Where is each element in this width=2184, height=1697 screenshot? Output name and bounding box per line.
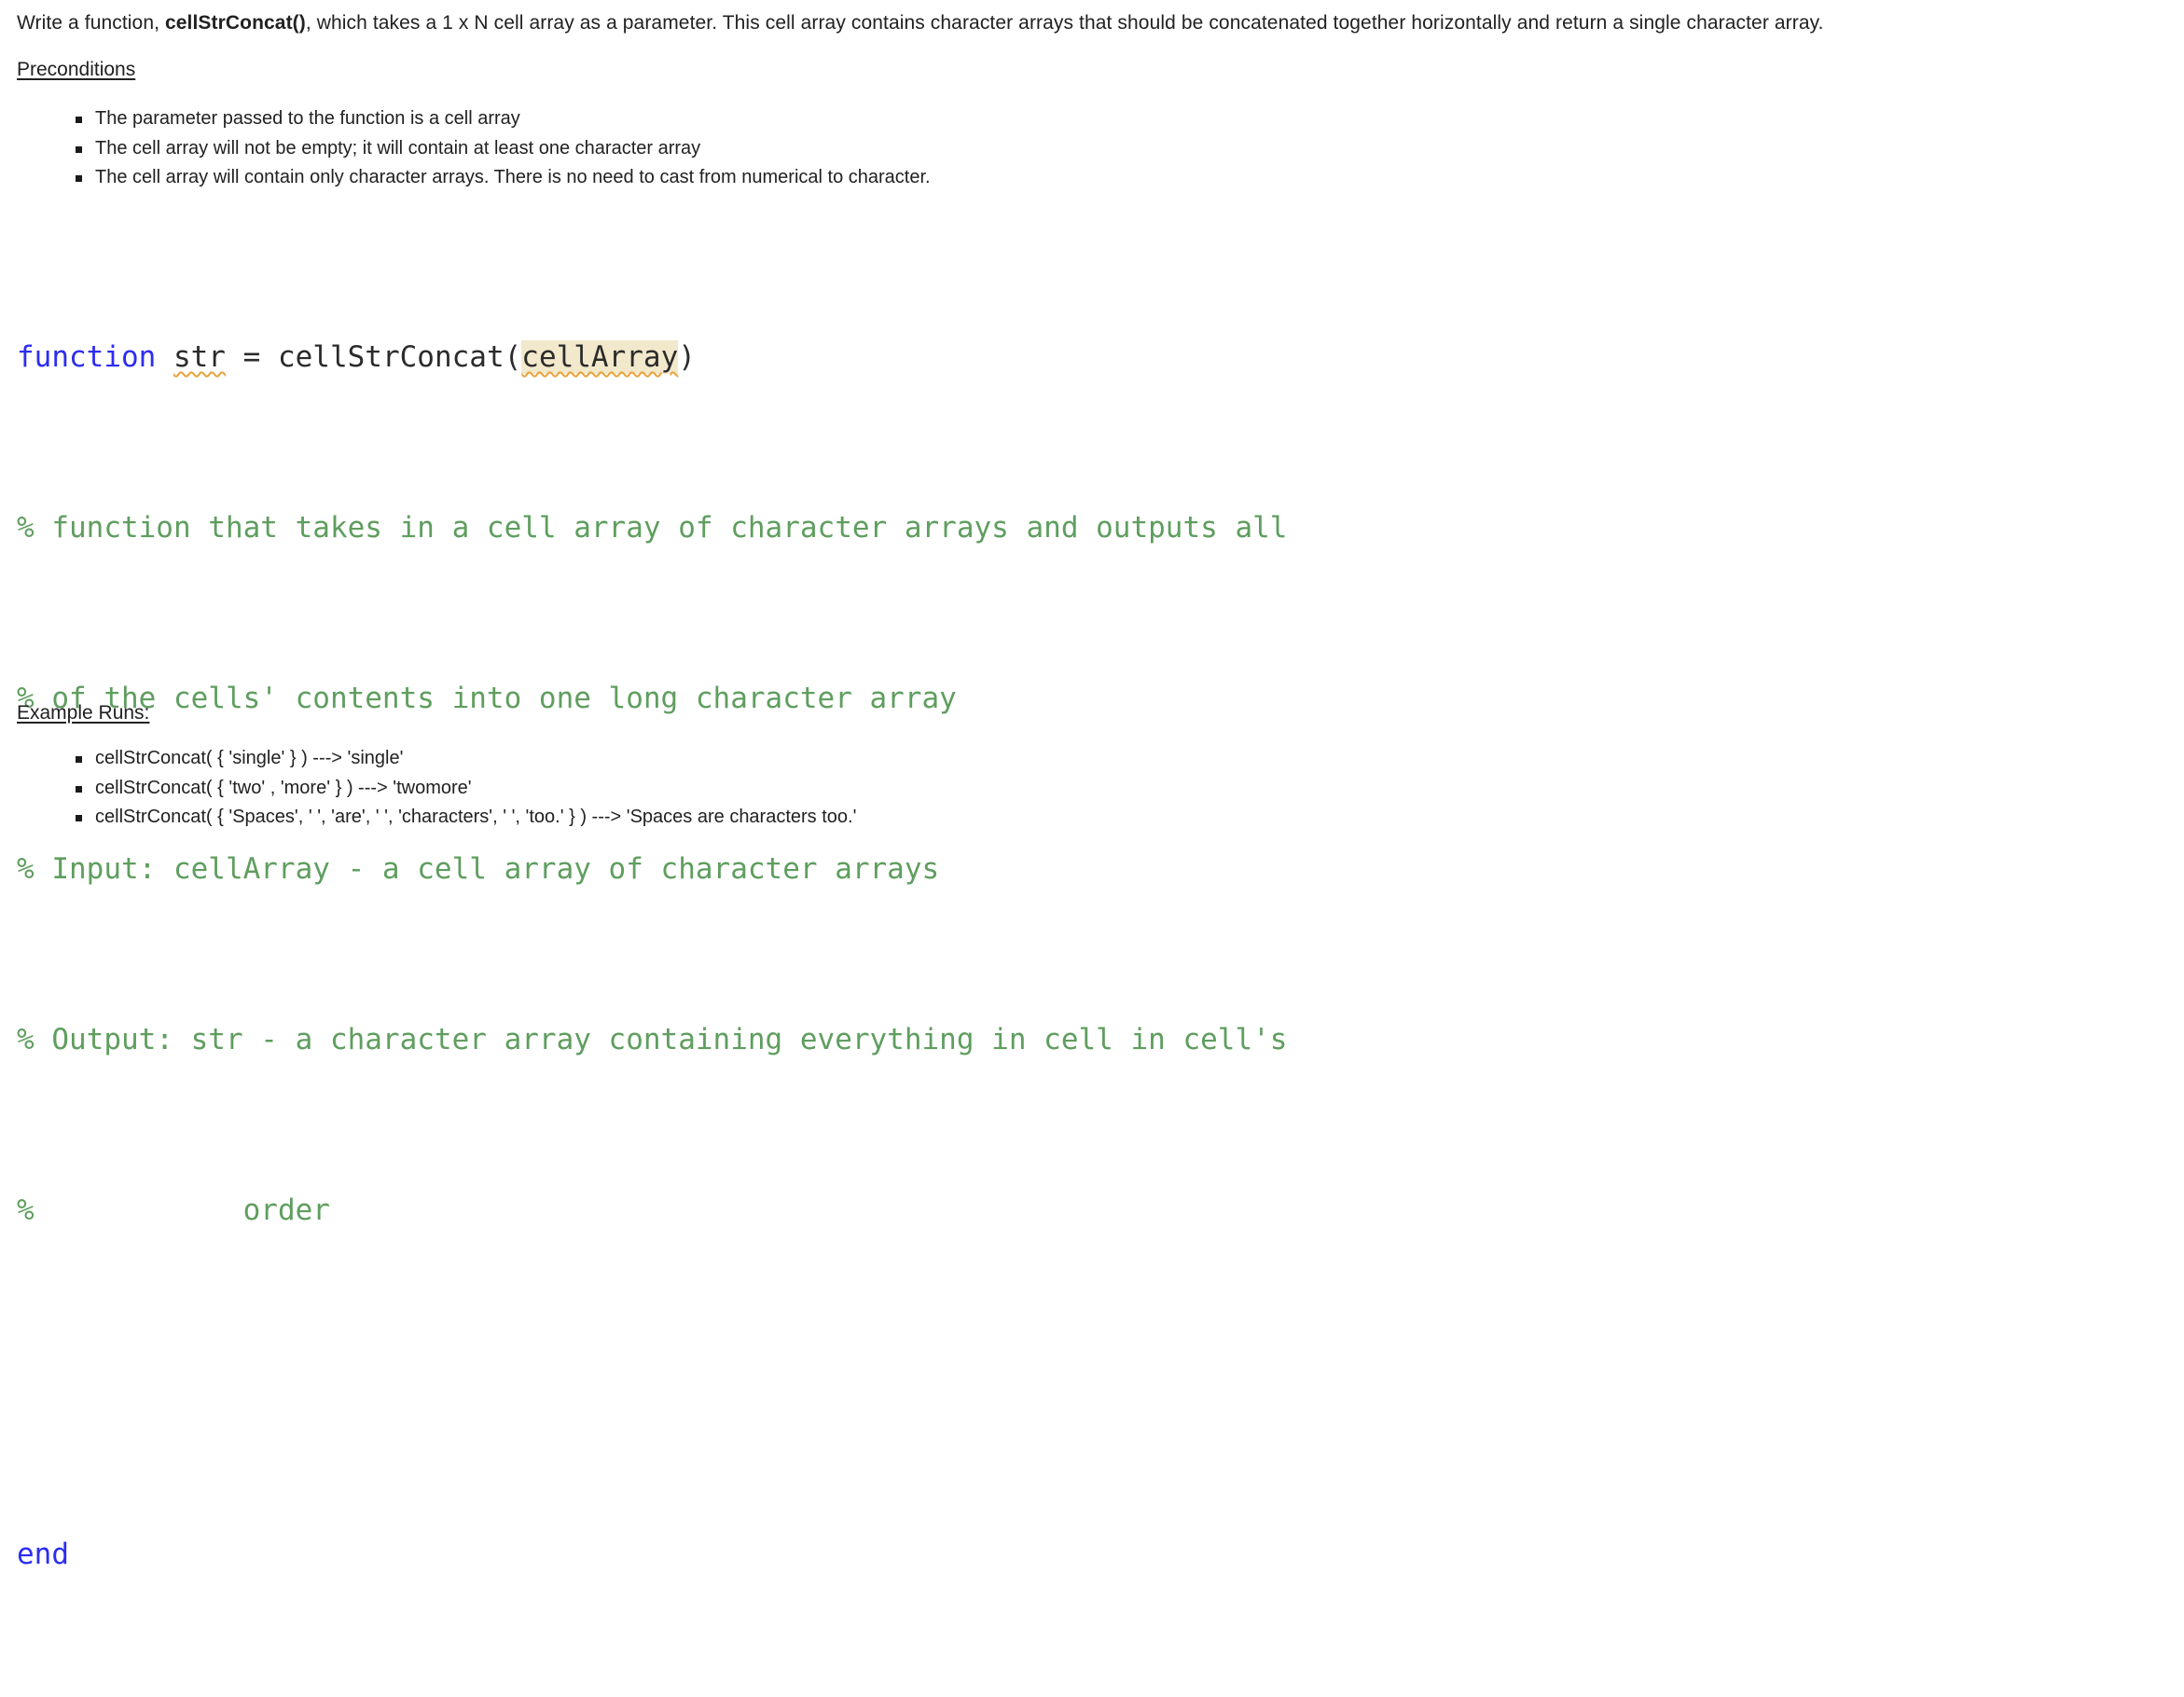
list-item: cellStrConcat( { 'single' } ) ---> 'sing… bbox=[0, 744, 856, 774]
output-variable: str bbox=[173, 340, 226, 374]
list-item: The parameter passed to the function is … bbox=[0, 104, 931, 134]
code-comment-line: % Input: cellArray - a cell array of cha… bbox=[17, 852, 940, 886]
function-name-bold: cellStrConcat() bbox=[164, 12, 306, 34]
code-line-signature: function str = cellStrConcat(cellArray) bbox=[17, 329, 1287, 386]
intro-text-before: Write a function, bbox=[17, 12, 165, 34]
example-runs-heading: Example Runs: bbox=[17, 702, 150, 724]
intro-paragraph: Write a function, cellStrConcat(), which… bbox=[17, 11, 1824, 35]
list-item: cellStrConcat( { 'Spaces', ' ', 'are', '… bbox=[0, 803, 856, 833]
intro-text-after: , which takes a 1 x N cell array as a pa… bbox=[305, 12, 1824, 34]
problem-statement-page: Write a function, cellStrConcat(), which… bbox=[0, 0, 2184, 1571]
function-call-name: cellStrConcat( bbox=[277, 340, 522, 374]
example-runs-list: cellStrConcat( { 'single' } ) ---> 'sing… bbox=[0, 744, 856, 833]
list-item: The cell array will contain only charact… bbox=[0, 163, 931, 193]
code-comment-line: % order bbox=[17, 1193, 330, 1227]
preconditions-heading: Preconditions bbox=[17, 59, 136, 80]
function-keyword: function bbox=[17, 340, 157, 374]
parameter-cellarray: cellArray bbox=[521, 340, 679, 374]
code-block: function str = cellStrConcat(cellArray) … bbox=[17, 215, 1287, 1697]
closing-paren: ) bbox=[678, 340, 696, 374]
equals-sign: = bbox=[225, 340, 278, 374]
space-1 bbox=[156, 340, 173, 374]
preconditions-list: The parameter passed to the function is … bbox=[0, 104, 931, 193]
list-item: cellStrConcat( { 'two' , 'more' } ) --->… bbox=[0, 774, 856, 804]
code-comment-line: % Output: str - a character array contai… bbox=[17, 1023, 1288, 1056]
end-keyword: end bbox=[17, 1538, 69, 1571]
code-comment-line: % of the cells' contents into one long c… bbox=[17, 682, 957, 715]
code-comment-line: % function that takes in a cell array of… bbox=[17, 511, 1288, 545]
list-item: The cell array will not be empty; it wil… bbox=[0, 134, 931, 164]
